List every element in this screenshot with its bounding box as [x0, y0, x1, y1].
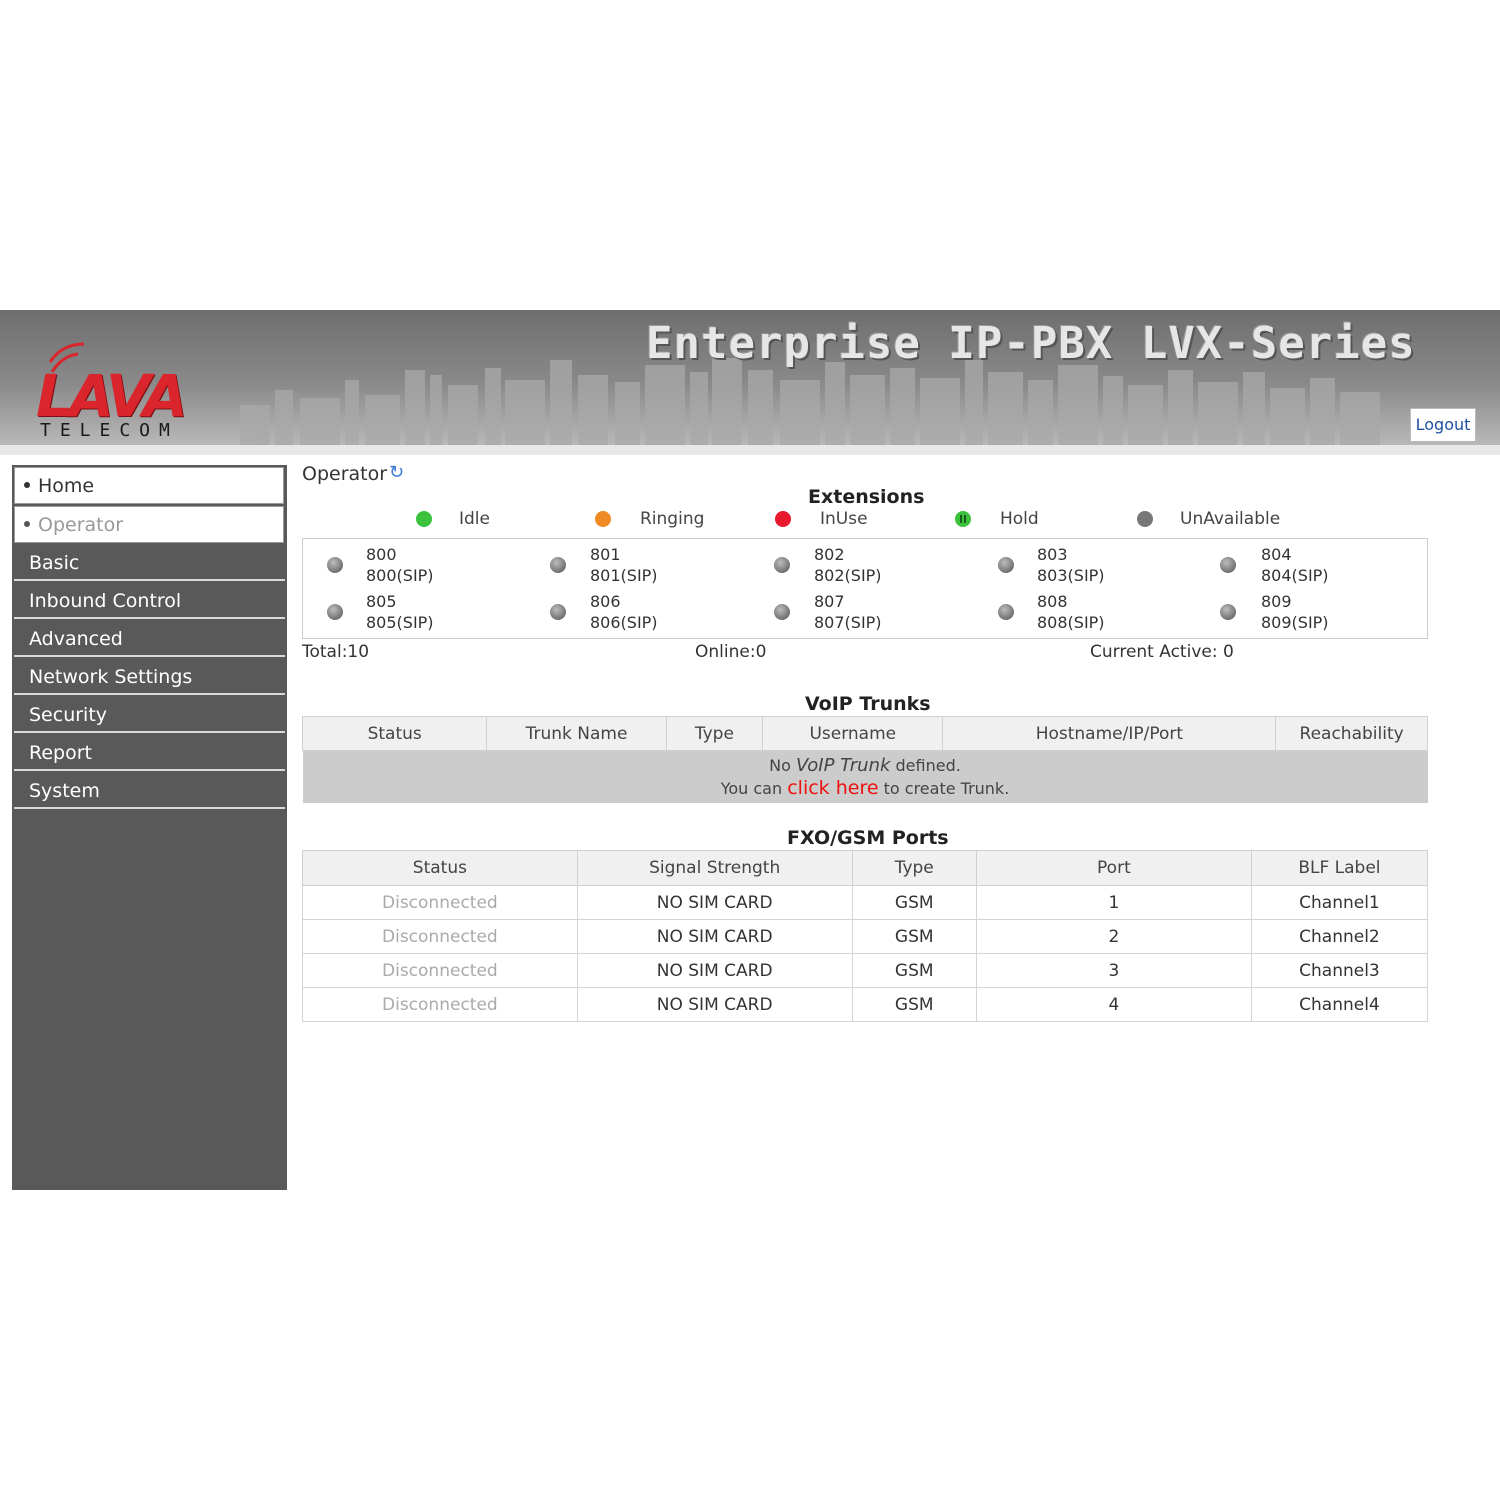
idle-status-icon: [416, 511, 432, 527]
table-header-row: Status Signal Strength Type Port BLF Lab…: [302, 850, 1429, 886]
unavailable-status-icon: [1137, 511, 1153, 527]
extension-item[interactable]: 808 808(SIP): [1037, 591, 1105, 633]
banner-title: Enterprise IP-PBX LVX-Series: [646, 318, 1416, 369]
column-header: Port: [975, 850, 1252, 886]
port-type: GSM: [851, 953, 977, 988]
blf-label: Channel3: [1250, 953, 1429, 988]
extension-status-icon: [1220, 604, 1236, 620]
inuse-status-icon: [775, 511, 791, 527]
column-header: Hostname/IP/Port: [942, 716, 1277, 751]
column-header: BLF Label: [1250, 850, 1429, 886]
column-header: Trunk Name: [486, 716, 667, 751]
logo-subtitle: TELECOM: [40, 420, 179, 441]
voip-trunks-table: Status Trunk Name Type Username Hostname…: [301, 716, 1428, 803]
signal-strength: NO SIM CARD: [576, 987, 853, 1022]
create-trunk-link[interactable]: click here: [787, 777, 878, 799]
logout-button[interactable]: Logout: [1410, 408, 1476, 442]
bullet-icon: [24, 521, 30, 527]
empty-trunk-message: No VoIP Trunk defined. You can click her…: [302, 750, 1428, 803]
signal-strength: NO SIM CARD: [576, 953, 853, 988]
extension-item[interactable]: 804 804(SIP): [1261, 544, 1329, 586]
extension-item[interactable]: 806 806(SIP): [590, 591, 658, 633]
port-number: 2: [975, 919, 1252, 954]
extension-item[interactable]: 809 809(SIP): [1261, 591, 1329, 633]
blf-label: Channel1: [1250, 885, 1429, 920]
port-status: Disconnected: [302, 885, 578, 920]
port-type: GSM: [851, 919, 977, 954]
table-row: No VoIP Trunk defined. You can click her…: [302, 750, 1428, 803]
menu-item-security[interactable]: Security: [14, 697, 285, 733]
ringing-status-icon: [595, 511, 611, 527]
extension-item[interactable]: 801 801(SIP): [590, 544, 658, 586]
legend-inuse: InUse: [820, 509, 868, 529]
port-status: Disconnected: [302, 953, 578, 988]
table-row: Disconnected NO SIM CARD GSM 2 Channel2: [302, 919, 1429, 954]
extensions-online: Online:0: [695, 642, 767, 662]
extension-status-icon: [327, 557, 343, 573]
extensions-total: Total:10: [302, 642, 370, 662]
refresh-icon[interactable]: ↻: [389, 462, 404, 483]
port-status: Disconnected: [302, 987, 578, 1022]
column-header: Status: [301, 716, 488, 751]
extension-status-icon: [774, 557, 790, 573]
sidebar-item-label: Home: [38, 475, 95, 497]
column-header: Reachability: [1275, 716, 1428, 751]
fxo-gsm-title: FXO/GSM Ports: [787, 827, 949, 849]
extension-item[interactable]: 805 805(SIP): [366, 591, 434, 633]
port-number: 4: [975, 987, 1252, 1022]
header-divider: [0, 445, 1500, 455]
blf-label: Channel4: [1250, 987, 1429, 1022]
column-header: Status: [302, 850, 578, 886]
menu-item-system[interactable]: System: [14, 773, 285, 809]
signal-strength: NO SIM CARD: [576, 919, 853, 954]
legend-idle: Idle: [459, 509, 490, 529]
menu-item-report[interactable]: Report: [14, 735, 285, 771]
extension-status-icon: [550, 604, 566, 620]
table-row: Disconnected NO SIM CARD GSM 1 Channel1: [302, 885, 1429, 920]
blf-label: Channel2: [1250, 919, 1429, 954]
sidebar-item-home[interactable]: Home: [14, 467, 284, 504]
extension-item[interactable]: 800 800(SIP): [366, 544, 434, 586]
port-type: GSM: [851, 987, 977, 1022]
legend-unavailable: UnAvailable: [1180, 509, 1281, 529]
column-header: Type: [851, 850, 977, 886]
column-header: Username: [762, 716, 944, 751]
extension-status-icon: [774, 604, 790, 620]
fxo-gsm-table: Status Signal Strength Type Port BLF Lab…: [302, 850, 1429, 1022]
sidebar-item-label: Operator: [38, 514, 124, 536]
port-number: 1: [975, 885, 1252, 920]
extension-status-icon: [998, 557, 1014, 573]
extension-item[interactable]: 802 802(SIP): [814, 544, 882, 586]
hold-status-icon: [955, 511, 971, 527]
port-type: GSM: [851, 885, 977, 920]
legend-hold: Hold: [1000, 509, 1039, 529]
extensions-current-active: Current Active: 0: [1090, 642, 1234, 662]
table-row: Disconnected NO SIM CARD GSM 3 Channel3: [302, 953, 1429, 988]
extension-status-icon: [327, 604, 343, 620]
voip-trunks-title: VoIP Trunks: [805, 693, 931, 715]
extension-status-icon: [998, 604, 1014, 620]
port-number: 3: [975, 953, 1252, 988]
menu-item-basic[interactable]: Basic: [14, 545, 285, 581]
sidebar-item-operator[interactable]: Operator: [14, 506, 284, 543]
extension-item[interactable]: 803 803(SIP): [1037, 544, 1105, 586]
extension-status-icon: [550, 557, 566, 573]
signal-strength: NO SIM CARD: [576, 885, 853, 920]
table-header-row: Status Trunk Name Type Username Hostname…: [301, 716, 1428, 751]
menu-item-advanced[interactable]: Advanced: [14, 621, 285, 657]
bullet-icon: [24, 482, 30, 488]
menu-item-inbound-control[interactable]: Inbound Control: [14, 583, 285, 619]
extension-status-icon: [1220, 557, 1236, 573]
table-row: Disconnected NO SIM CARD GSM 4 Channel4: [302, 987, 1429, 1022]
extension-item[interactable]: 807 807(SIP): [814, 591, 882, 633]
legend-ringing: Ringing: [640, 509, 705, 529]
column-header: Signal Strength: [576, 850, 853, 886]
extensions-title: Extensions: [808, 486, 925, 508]
menu-item-network-settings[interactable]: Network Settings: [14, 659, 285, 695]
port-status: Disconnected: [302, 919, 578, 954]
column-header: Type: [665, 716, 764, 751]
page-title: Operator: [302, 463, 388, 485]
